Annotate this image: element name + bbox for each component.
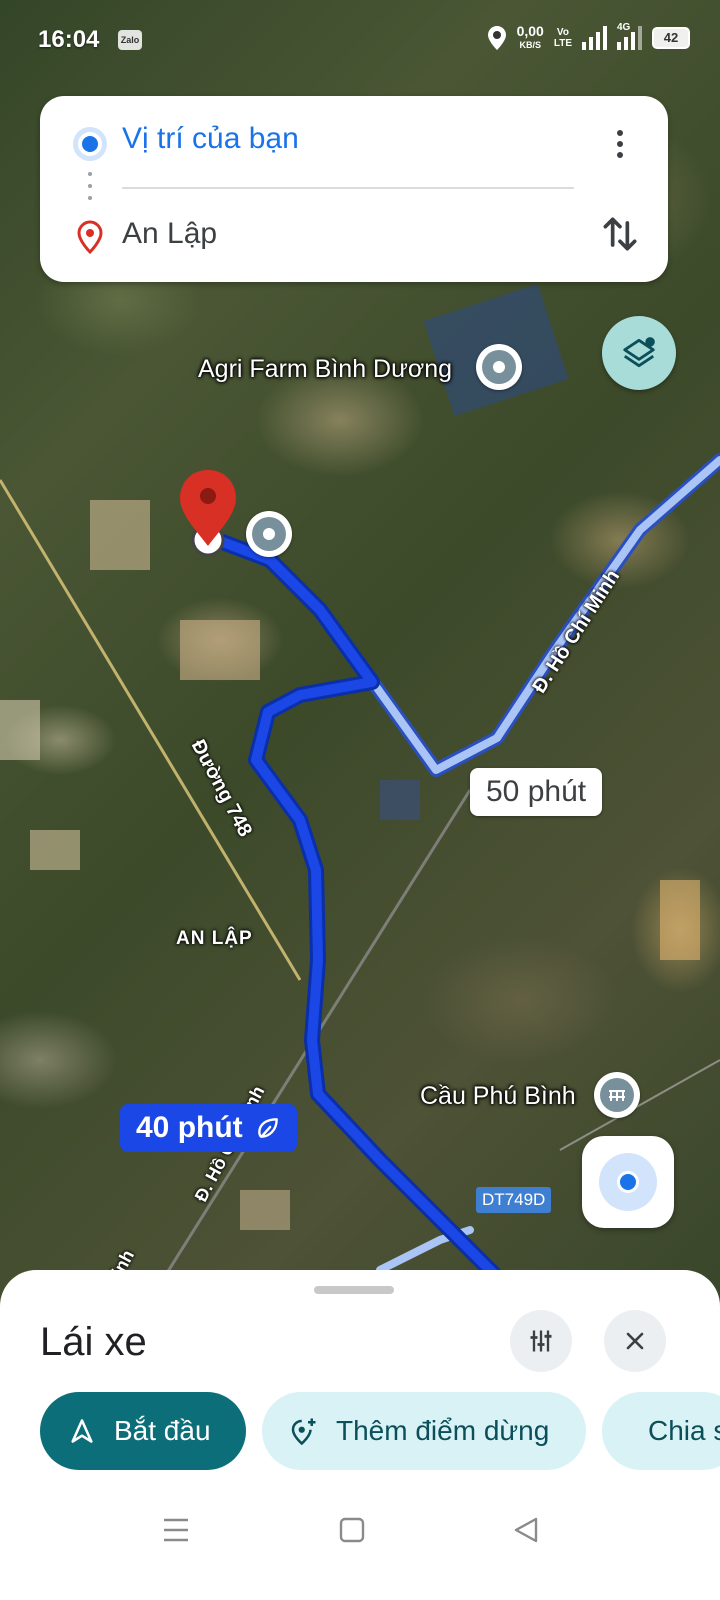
eco-leaf-icon (257, 1118, 278, 1138)
volte-bottom: LTE (553, 38, 572, 49)
network-speed: 0,00 KB/S (517, 24, 544, 52)
close-icon (626, 1332, 644, 1350)
layers-button[interactable] (602, 316, 676, 390)
back-button[interactable] (506, 1510, 546, 1550)
home-button[interactable] (332, 1510, 372, 1550)
origin-dot-icon (78, 132, 102, 156)
destination-input[interactable]: An Lập (122, 217, 217, 251)
close-button[interactable] (604, 1310, 666, 1372)
place-pin-icon[interactable] (246, 511, 292, 557)
route-number-badge: DT749D (476, 1187, 552, 1213)
sheet-drag-handle[interactable] (314, 1286, 394, 1294)
tune-icon (530, 1330, 552, 1352)
back-triangle-icon (514, 1517, 538, 1543)
speed-unit: KB/S (519, 40, 541, 50)
agri-farm-label[interactable]: Agri Farm Bình Dương (198, 355, 452, 384)
more-vert-icon (617, 130, 623, 136)
bridge-pin-icon[interactable] (594, 1072, 640, 1118)
home-square-icon (339, 1517, 365, 1543)
an-lap-area-label: AN LẬP (176, 928, 253, 949)
layers-icon (623, 337, 655, 368)
swap-vert-icon[interactable] (598, 212, 642, 256)
add-stop-button[interactable]: Thêm điểm dừng (262, 1392, 586, 1470)
bottom-sheet: Lái xe Bắt đầu Thêm điểm dừng Chia sẻ (0, 1270, 720, 1600)
cau-phu-binh-label[interactable]: Cầu Phú Bình (420, 1082, 576, 1111)
my-location-button[interactable] (582, 1136, 674, 1228)
share-button[interactable]: Chia sẻ (602, 1392, 720, 1470)
status-time: 16:04 (38, 26, 100, 53)
travel-mode-title: Lái xe (40, 1320, 147, 1364)
add-location-icon (291, 1418, 316, 1446)
my-location-icon (599, 1153, 657, 1211)
divider (122, 187, 574, 189)
volte-top: Vo (556, 27, 569, 38)
share-label: Chia sẻ (648, 1415, 720, 1446)
zalo-notification-icon: Zalo (118, 30, 142, 50)
signal-icon (582, 26, 607, 50)
recents-button[interactable] (156, 1510, 196, 1550)
speed-value: 0,00 (516, 23, 544, 39)
origin-input[interactable]: Vị trí của bạn (122, 122, 299, 156)
system-nav-bar (0, 1490, 720, 1570)
battery-icon: 42 (652, 27, 690, 49)
location-icon (487, 26, 506, 50)
menu-icon (164, 1518, 188, 1542)
status-bar: 16:04 Zalo 0,00 KB/S Vo LTE 4G 42 (0, 0, 720, 80)
network-type-label: 4G (617, 22, 631, 33)
volte-indicator: Vo LTE (554, 27, 572, 49)
route-options-button[interactable] (510, 1310, 572, 1372)
directions-card: Vị trí của bạn An Lập (40, 96, 668, 282)
main-route-time-chip[interactable]: 40 phút (120, 1104, 297, 1152)
add-stop-label: Thêm điểm dừng (336, 1415, 550, 1446)
route-dots-icon (88, 172, 92, 206)
agri-farm-pin-icon[interactable] (476, 344, 522, 390)
destination-pin-icon (77, 220, 103, 254)
alt-route-time-chip[interactable]: 50 phút (470, 768, 603, 816)
navigation-arrow-icon (71, 1419, 93, 1443)
start-navigation-button[interactable]: Bắt đầu (40, 1392, 246, 1470)
signal-4g: 4G (617, 22, 642, 50)
main-route-time: 40 phút (136, 1111, 243, 1144)
more-options-button[interactable] (600, 124, 640, 164)
start-label: Bắt đầu (114, 1415, 211, 1446)
